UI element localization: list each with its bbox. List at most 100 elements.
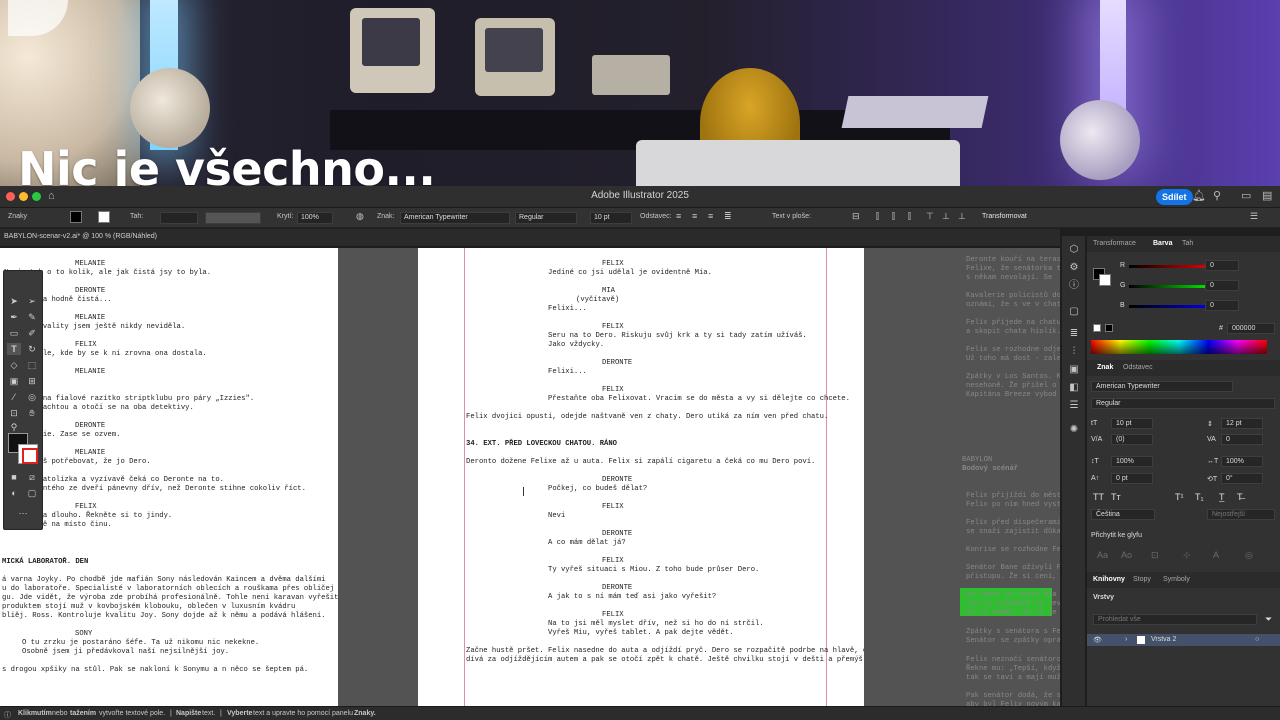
character-kerning[interactable]: (0) <box>1111 434 1153 445</box>
tab-character[interactable]: Znak <box>1097 364 1113 371</box>
target-icon[interactable]: ○ <box>1255 636 1259 643</box>
character-font-family[interactable]: American Typewriter <box>1091 381 1233 392</box>
screen-mode-icon[interactable]: ▢ <box>25 487 39 499</box>
font-style-field[interactable]: Regular <box>515 212 577 224</box>
align-top-icon[interactable]: ⊤ <box>926 211 934 222</box>
rotate-tool-icon[interactable]: ↻ <box>25 343 39 355</box>
color-spectrum[interactable] <box>1091 340 1267 354</box>
black-swatch[interactable] <box>1105 324 1113 332</box>
snap-bounds-icon[interactable]: ⊡ <box>1151 550 1159 561</box>
r-slider[interactable] <box>1129 265 1217 268</box>
stroke-swatch[interactable] <box>98 211 110 223</box>
share-button[interactable]: Sdílet <box>1156 189 1193 205</box>
snap-xheight-icon[interactable]: Ao <box>1121 550 1132 560</box>
filter-icon[interactable]: ⏷ <box>1265 614 1272 625</box>
color-stroke-swatch[interactable] <box>1099 274 1111 286</box>
layer-row[interactable]: 👁︎ › Vrstva 2 ○ <box>1087 634 1280 646</box>
stroke-style-field[interactable] <box>205 212 261 224</box>
subscript-icon[interactable]: T₁ <box>1195 492 1204 502</box>
mesh-tool-icon[interactable]: ⊞ <box>25 375 39 387</box>
character-hyphenation[interactable]: Nejostřejší <box>1207 509 1275 520</box>
draw-mode-icon[interactable]: ◐ <box>7 487 21 499</box>
stroke-weight-field[interactable] <box>160 212 198 224</box>
direct-selection-tool-icon[interactable]: ➢ <box>25 295 39 307</box>
character-font-size[interactable]: 10 pt <box>1111 418 1153 429</box>
underline-icon[interactable]: T̲ <box>1219 492 1225 502</box>
small-caps-icon[interactable]: Tт <box>1111 492 1121 502</box>
character-tracking[interactable]: 0 <box>1221 434 1263 445</box>
layers-icon[interactable]: ≣ <box>1068 328 1080 340</box>
curvature-tool-icon[interactable]: ✎ <box>25 311 39 323</box>
artboards-icon[interactable]: ▢ <box>1068 306 1080 318</box>
all-caps-icon[interactable]: TT <box>1093 492 1104 502</box>
scale-tool-icon[interactable]: ⬚ <box>25 359 39 371</box>
eraser-tool-icon[interactable]: ◇ <box>7 359 21 371</box>
align-vcenter-icon[interactable]: ⊥ <box>942 211 950 222</box>
g-slider[interactable] <box>1129 285 1217 288</box>
snap-angular-icon[interactable]: A <box>1213 550 1219 560</box>
r-value[interactable]: 0 <box>1205 260 1239 271</box>
artboard-canvas[interactable]: MELANIE Nevím tak o to kolik, ale jak čis… <box>0 248 1060 706</box>
font-size-field[interactable]: 10 pt <box>590 212 632 224</box>
blend-tool-icon[interactable]: ◎ <box>25 391 39 403</box>
tab-assets[interactable]: Stopy <box>1133 576 1151 583</box>
align-left-icon[interactable]: ≡ <box>676 211 681 221</box>
hex-value[interactable]: 000000 <box>1227 323 1275 334</box>
expand-icon[interactable]: › <box>1125 636 1127 643</box>
pathfinder-icon[interactable]: ▣ <box>1068 364 1080 376</box>
justify-icon[interactable]: ≣ <box>724 211 732 222</box>
artboard-tool-icon[interactable]: ⊡ <box>7 407 21 419</box>
transform-button[interactable]: Transformovat <box>982 213 1027 220</box>
align-left-objects-icon[interactable]: ⫿ <box>876 211 879 222</box>
zoom-tool-icon[interactable]: ⚲ <box>7 421 21 433</box>
type-tool-icon[interactable]: T <box>7 343 21 355</box>
align-panel-icon[interactable]: ⫶ <box>1068 346 1080 358</box>
fill-swatch[interactable] <box>70 211 82 223</box>
brushes-icon[interactable]: ✺ <box>1068 424 1080 436</box>
more-tools-icon[interactable]: ⋯ <box>16 507 30 519</box>
appearance-icon[interactable]: ☰ <box>1068 400 1080 412</box>
b-value[interactable]: 0 <box>1205 300 1239 311</box>
superscript-icon[interactable]: T¹ <box>1175 492 1184 502</box>
g-value[interactable]: 0 <box>1205 280 1239 291</box>
strikethrough-icon[interactable]: T̶ <box>1237 492 1243 502</box>
none-mode-icon[interactable]: ⧄ <box>25 471 39 483</box>
align-right-icon[interactable]: ≡ <box>708 211 713 221</box>
snap-anchor-icon[interactable]: ◎ <box>1245 550 1253 561</box>
none-swatch[interactable] <box>1093 324 1101 332</box>
info-icon[interactable]: ⓘ <box>1068 280 1080 292</box>
align-center-icon[interactable]: ≡ <box>692 211 697 221</box>
character-font-style[interactable]: Regular <box>1091 398 1275 409</box>
stroke-color-box[interactable] <box>18 444 38 464</box>
arrange-icon[interactable]: ▤ <box>1262 190 1272 202</box>
gradient-tool-icon[interactable]: ▣ <box>7 375 21 387</box>
opacity-field[interactable]: 100% <box>297 212 333 224</box>
font-family-field[interactable]: American Typewriter <box>400 212 510 224</box>
pen-tool-icon[interactable]: ✒ <box>7 311 21 323</box>
eyedropper-tool-icon[interactable]: ⁄ <box>7 391 21 403</box>
align-bottom-icon[interactable]: ⊥ <box>958 211 966 222</box>
document-tab[interactable]: BABYLON-scenar-v2.ai* @ 100 % (RGB/Náhle… <box>0 229 1060 247</box>
visibility-icon[interactable]: 👁︎ <box>1093 636 1102 644</box>
character-language[interactable]: Čeština <box>1091 509 1155 520</box>
settings-icon[interactable]: ⚙ <box>1068 262 1080 274</box>
brush-tool-icon[interactable]: ✐ <box>25 327 39 339</box>
b-slider[interactable] <box>1129 305 1217 308</box>
character-rotation[interactable]: 0° <box>1221 473 1263 484</box>
panel-menu-icon[interactable]: ☰ <box>1250 211 1258 222</box>
workspace-icon[interactable]: ▭ <box>1241 190 1251 202</box>
tab-paragraph[interactable]: Odstavec <box>1123 364 1153 371</box>
bell-icon[interactable]: 🔔︎ <box>1192 190 1206 202</box>
tab-transform[interactable]: Transformace <box>1093 240 1136 247</box>
character-vscale[interactable]: 100% <box>1111 456 1153 467</box>
tab-libraries[interactable]: Knihovny <box>1093 576 1125 583</box>
snap-baseline-icon[interactable]: Aa <box>1097 550 1108 560</box>
snap-proximity-icon[interactable]: ⊹ <box>1183 550 1191 561</box>
character-baseline[interactable]: 0 pt <box>1111 473 1153 484</box>
tab-color[interactable]: Barva <box>1153 240 1172 247</box>
selection-tool-icon[interactable]: ➤ <box>7 295 21 307</box>
transparency-icon[interactable]: ◧ <box>1068 382 1080 394</box>
layers-search-input[interactable]: Prohledat vše <box>1093 614 1257 625</box>
hand-tool-icon[interactable]: ✋︎ <box>25 407 39 419</box>
3d-icon[interactable]: ⬡ <box>1068 244 1080 256</box>
